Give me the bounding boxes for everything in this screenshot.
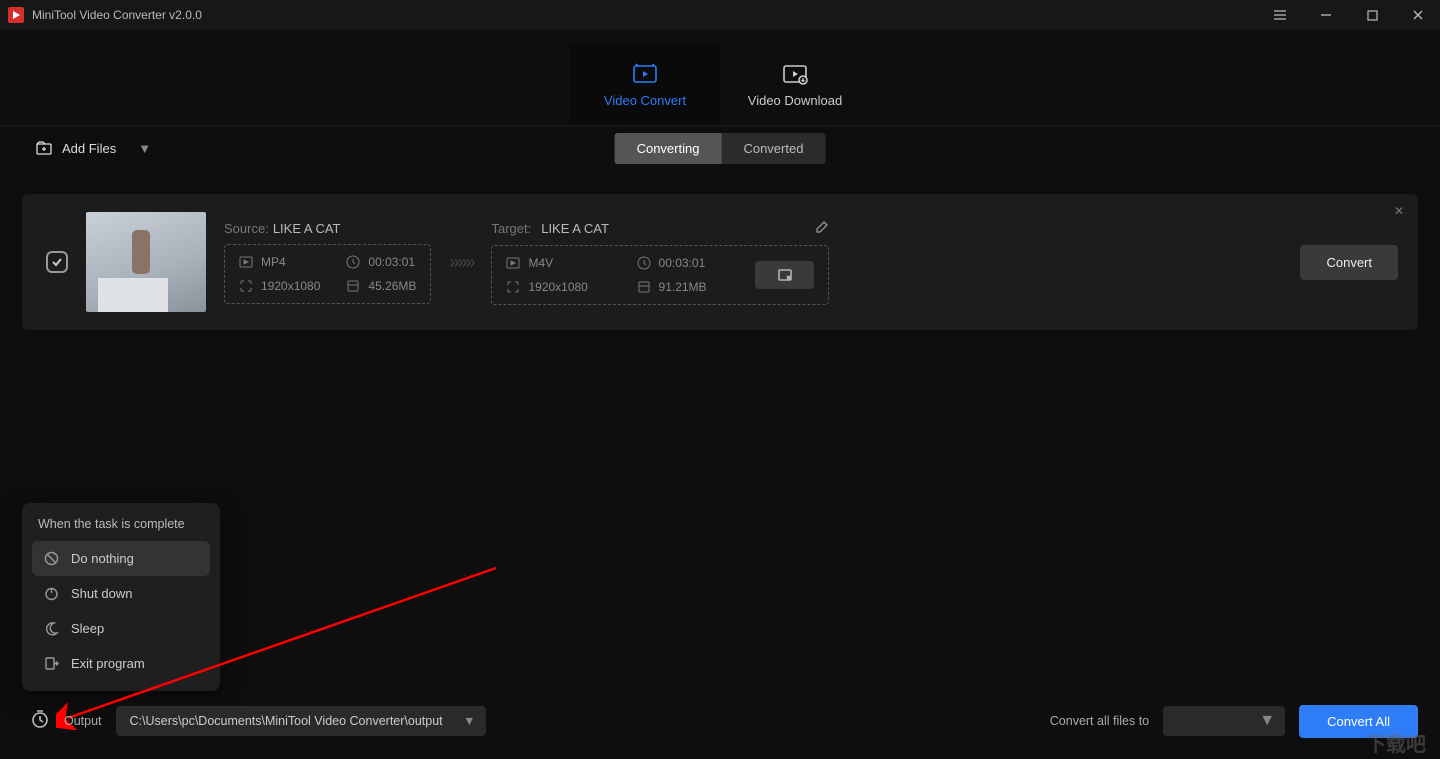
source-format: MP4	[239, 255, 320, 269]
source-info-box: MP4 00:03:01 1920x1080 45.26MB	[224, 244, 431, 304]
edit-target-button[interactable]	[815, 220, 829, 237]
maximize-button[interactable]	[1358, 1, 1386, 29]
target-size: 91.21MB	[637, 280, 730, 294]
hamburger-menu-icon[interactable]	[1266, 1, 1294, 29]
source-resolution: 1920x1080	[239, 279, 320, 293]
source-label: Source:	[224, 221, 269, 236]
tab-label: Video Convert	[604, 93, 686, 108]
file-list: ✕ Source: LIKE A CAT MP4 00:03:01 1920x10…	[0, 170, 1440, 354]
convert-all-label: Convert all files to	[1050, 714, 1149, 728]
app-logo	[8, 7, 24, 23]
bottom-bar: Output C:\Users\pc\Documents\MiniTool Vi…	[0, 699, 1440, 743]
status-segment: Converting Converted	[615, 133, 826, 164]
output-path-dropdown[interactable]: C:\Users\pc\Documents\MiniTool Video Con…	[116, 706, 486, 736]
output-label: Output	[64, 714, 102, 728]
close-button[interactable]	[1404, 1, 1432, 29]
window-title: MiniTool Video Converter v2.0.0	[32, 8, 202, 22]
chevron-down-icon: ▼	[463, 714, 475, 728]
source-filename: LIKE A CAT	[273, 221, 341, 236]
video-thumbnail[interactable]	[86, 212, 206, 312]
convert-button[interactable]: Convert	[1300, 245, 1398, 280]
target-format: M4V	[506, 256, 610, 270]
popup-title: When the task is complete	[32, 517, 210, 541]
output-path-value: C:\Users\pc\Documents\MiniTool Video Con…	[130, 714, 443, 728]
popup-item-do-nothing[interactable]: Do nothing	[32, 541, 210, 576]
remove-file-button[interactable]: ✕	[1394, 204, 1404, 218]
source-size: 45.26MB	[346, 279, 416, 293]
tab-label: Video Download	[748, 93, 842, 108]
add-files-label: Add Files	[62, 141, 116, 156]
tab-video-download[interactable]: Video Download	[720, 45, 870, 125]
target-duration: 00:03:01	[637, 256, 730, 270]
titlebar: MiniTool Video Converter v2.0.0	[0, 0, 1440, 30]
tab-video-convert[interactable]: Video Convert	[570, 45, 720, 125]
task-complete-popup: When the task is complete Do nothing Shu…	[22, 503, 220, 691]
target-settings-button[interactable]	[755, 261, 814, 289]
file-checkbox[interactable]	[46, 251, 68, 273]
watermark: 下载吧	[1366, 728, 1426, 757]
timer-icon[interactable]	[30, 709, 50, 734]
arrow-icon: »»»	[449, 252, 473, 273]
popup-item-shut-down[interactable]: Shut down	[32, 576, 210, 611]
add-files-button[interactable]: Add Files ▼	[36, 141, 151, 156]
source-label-row: Source: LIKE A CAT	[224, 221, 431, 236]
target-label: Target:	[491, 221, 531, 236]
target-info-box: M4V 00:03:01 1920x1080 91.21MB	[491, 245, 828, 305]
main-tabs: Video Convert Video Download	[0, 30, 1440, 126]
chevron-down-icon: ▼	[1259, 712, 1275, 730]
target-label-row: Target: LIKE A CAT	[491, 220, 828, 237]
toolbar: Add Files ▼ Converting Converted	[0, 126, 1440, 170]
segment-converting[interactable]: Converting	[615, 133, 722, 164]
popup-item-exit-program[interactable]: Exit program	[32, 646, 210, 681]
target-resolution: 1920x1080	[506, 280, 610, 294]
target-filename: LIKE A CAT	[541, 221, 609, 236]
chevron-down-icon[interactable]: ▼	[138, 141, 151, 156]
source-duration: 00:03:01	[346, 255, 416, 269]
segment-converted[interactable]: Converted	[721, 133, 825, 164]
minimize-button[interactable]	[1312, 1, 1340, 29]
popup-item-sleep[interactable]: Sleep	[32, 611, 210, 646]
file-card: ✕ Source: LIKE A CAT MP4 00:03:01 1920x10…	[22, 194, 1418, 330]
output-format-dropdown[interactable]: ▼	[1163, 706, 1285, 736]
